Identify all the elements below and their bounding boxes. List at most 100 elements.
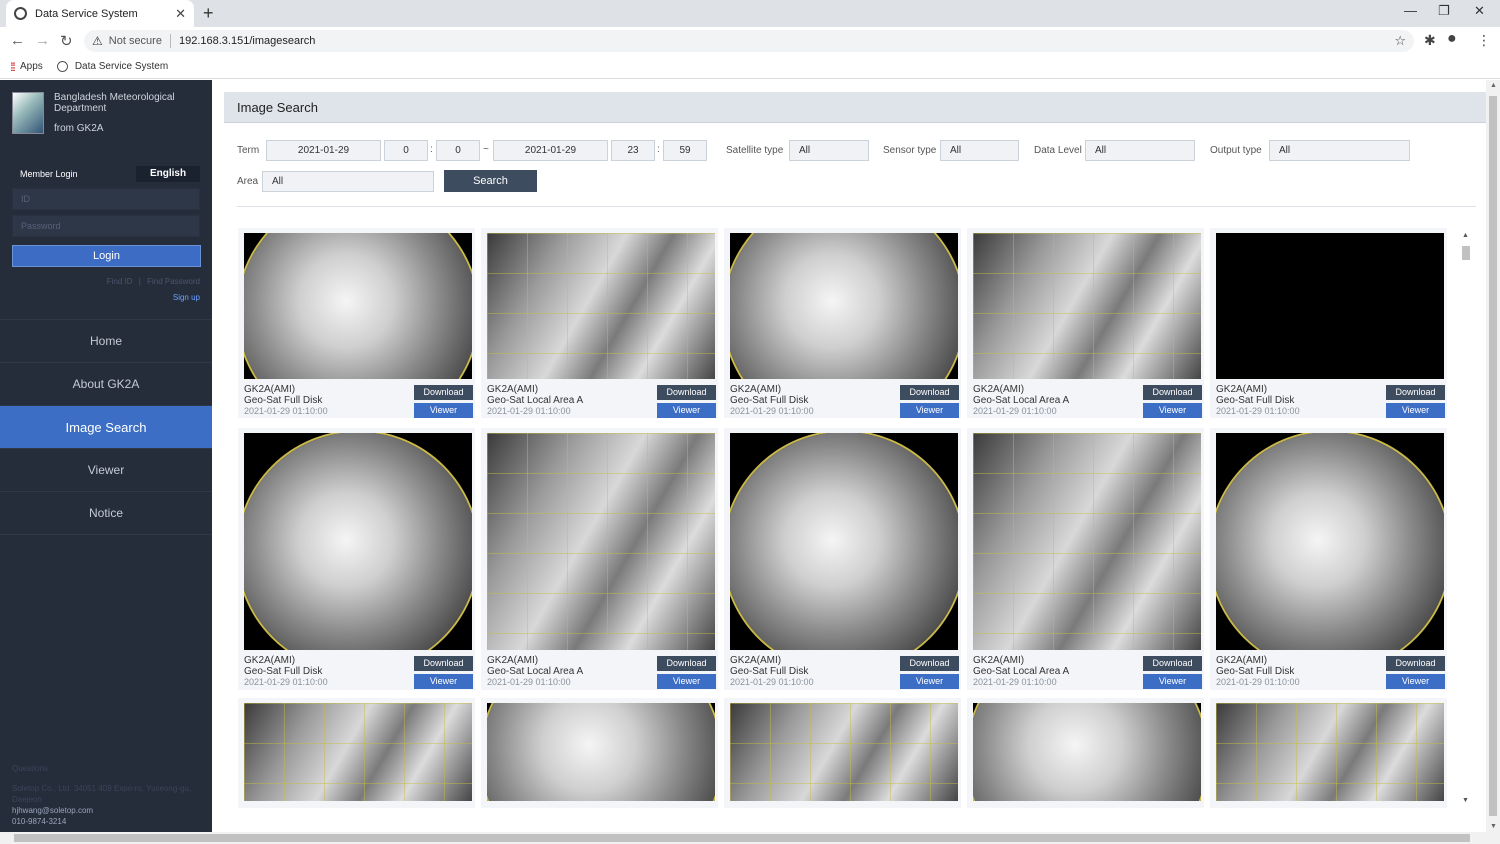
back-arrow-icon[interactable]: ←	[10, 32, 25, 49]
browser-tab[interactable]: Data Service System ✕	[6, 0, 194, 27]
viewer-button[interactable]: Viewer	[414, 403, 473, 418]
card-satellite: GK2A(AMI)	[730, 384, 782, 395]
download-button[interactable]: Download	[657, 385, 716, 400]
satellite-thumbnail[interactable]	[244, 703, 472, 801]
viewer-button[interactable]: Viewer	[657, 403, 716, 418]
output-type-label: Output type	[1210, 145, 1262, 156]
reload-icon[interactable]: ↻	[60, 32, 73, 50]
forward-arrow-icon[interactable]: →	[35, 32, 50, 49]
card-info: GK2A(AMI) Geo-Sat Full Disk 2021-01-29 01:…	[244, 655, 328, 688]
sidebar-item-home[interactable]: Home	[0, 320, 212, 363]
viewer-button[interactable]: Viewer	[1143, 403, 1202, 418]
satellite-thumbnail[interactable]	[244, 433, 472, 650]
page-scroll-thumb[interactable]	[1489, 96, 1497, 816]
sidebar-item-viewer[interactable]: Viewer	[0, 449, 212, 492]
member-login-label: Member Login	[20, 169, 78, 179]
viewer-button[interactable]: Viewer	[414, 674, 473, 689]
satellite-thumbnail[interactable]	[487, 233, 715, 379]
satellite-thumbnail[interactable]	[730, 433, 958, 650]
minimize-icon[interactable]: —	[1404, 3, 1417, 18]
close-tab-icon[interactable]: ✕	[175, 6, 186, 22]
profile-icon[interactable]: ●	[1447, 30, 1457, 48]
satellite-thumbnail[interactable]	[1216, 233, 1444, 379]
satellite-thumbnail[interactable]	[973, 703, 1201, 801]
horizontal-scrollbar[interactable]	[0, 832, 1500, 844]
extensions-icon[interactable]: ✱	[1424, 32, 1436, 49]
page-scroll-up-icon[interactable]: ▲	[1490, 82, 1497, 89]
download-button[interactable]: Download	[900, 385, 959, 400]
satellite-thumbnail[interactable]	[244, 233, 472, 379]
page-scrollbar[interactable]: ▲ ▼	[1486, 80, 1500, 832]
sidebar-item-image-search[interactable]: Image Search	[0, 406, 212, 449]
scroll-down-icon[interactable]: ▼	[1462, 797, 1469, 804]
url-field[interactable]: ⚠ Not secure 192.168.3.151/imagesearch ☆	[84, 30, 1414, 52]
data-level-select[interactable]: All	[1085, 140, 1195, 161]
sign-up-link[interactable]: Sign up	[173, 293, 200, 302]
horizontal-scroll-thumb[interactable]	[14, 834, 1470, 842]
search-button[interactable]: Search	[444, 170, 537, 192]
download-button[interactable]: Download	[1143, 656, 1202, 671]
viewer-button[interactable]: Viewer	[900, 674, 959, 689]
area-select[interactable]: All	[262, 171, 434, 192]
end-minute-field[interactable]: 59	[663, 140, 707, 161]
bookmark-star-icon[interactable]: ☆	[1394, 33, 1406, 49]
satellite-type-select[interactable]: All	[789, 140, 869, 161]
org-logo	[12, 92, 44, 134]
find-links: Find ID | Find Password	[107, 277, 200, 286]
not-secure-label: Not secure	[108, 35, 162, 47]
card-type: Geo-Sat Full Disk	[244, 395, 323, 406]
download-button[interactable]: Download	[657, 656, 716, 671]
satellite-thumbnail[interactable]	[1216, 703, 1444, 801]
main-content: Image Search Term 2021-01-29 0 : 0 ~ 202…	[224, 92, 1486, 832]
viewer-button[interactable]: Viewer	[1143, 674, 1202, 689]
login-button[interactable]: Login	[12, 245, 201, 267]
start-hour-field[interactable]: 0	[384, 140, 428, 161]
satellite-thumbnail[interactable]	[487, 433, 715, 650]
end-date-field[interactable]: 2021-01-29	[493, 140, 608, 161]
maximize-icon[interactable]: ❐	[1438, 3, 1450, 19]
contact-phone: 010-9874-3214	[12, 817, 67, 826]
page-scroll-down-icon[interactable]: ▼	[1490, 823, 1497, 830]
viewer-button[interactable]: Viewer	[900, 403, 959, 418]
viewer-button[interactable]: Viewer	[1386, 674, 1445, 689]
satellite-thumbnail[interactable]	[730, 233, 958, 379]
password-input[interactable]: Password	[12, 215, 200, 237]
download-button[interactable]: Download	[900, 656, 959, 671]
output-type-select[interactable]: All	[1269, 140, 1410, 161]
download-button[interactable]: Download	[414, 656, 473, 671]
start-date-field[interactable]: 2021-01-29	[266, 140, 381, 161]
language-button[interactable]: English	[136, 166, 200, 182]
viewer-button[interactable]: Viewer	[1386, 403, 1445, 418]
bookmark-data-service[interactable]: Data Service System	[56, 61, 168, 72]
more-menu-icon[interactable]: ⋮	[1477, 32, 1491, 49]
new-tab-button[interactable]: +	[203, 3, 214, 24]
close-window-icon[interactable]: ✕	[1474, 3, 1485, 19]
id-input[interactable]: ID	[12, 188, 200, 210]
term-label: Term	[237, 145, 260, 156]
sidebar-item-notice[interactable]: Notice	[0, 492, 212, 535]
satellite-thumbnail[interactable]	[487, 703, 715, 801]
start-minute-field[interactable]: 0	[436, 140, 480, 161]
viewer-button[interactable]: Viewer	[657, 674, 716, 689]
scroll-up-icon[interactable]: ▲	[1462, 232, 1469, 239]
grid-scroll-thumb[interactable]	[1462, 246, 1470, 260]
download-button[interactable]: Download	[1386, 385, 1445, 400]
satellite-thumbnail[interactable]	[973, 433, 1201, 650]
find-id-link[interactable]: Find ID	[107, 277, 133, 286]
sidebar-item-about-gk2a[interactable]: About GK2A	[0, 363, 212, 406]
download-button[interactable]: Download	[1143, 385, 1202, 400]
find-password-link[interactable]: Find Password	[147, 277, 200, 286]
card-type: Geo-Sat Local Area A	[487, 666, 584, 677]
bookmark-apps[interactable]: ⁞⁞⁞ Apps	[10, 60, 43, 74]
end-hour-field[interactable]: 23	[611, 140, 655, 161]
contact-email[interactable]: hjhwang@soletop.com	[12, 805, 207, 816]
sensor-type-label: Sensor type	[883, 145, 937, 156]
satellite-thumbnail[interactable]	[730, 703, 958, 801]
download-button[interactable]: Download	[1386, 656, 1445, 671]
grid-scrollbar[interactable]: ▲ ▼	[1460, 232, 1472, 804]
org-logo-block[interactable]: Bangladesh Meteorological Department fro…	[12, 92, 184, 134]
download-button[interactable]: Download	[414, 385, 473, 400]
satellite-thumbnail[interactable]	[973, 233, 1201, 379]
sensor-type-select[interactable]: All	[940, 140, 1019, 161]
satellite-thumbnail[interactable]	[1216, 433, 1444, 650]
